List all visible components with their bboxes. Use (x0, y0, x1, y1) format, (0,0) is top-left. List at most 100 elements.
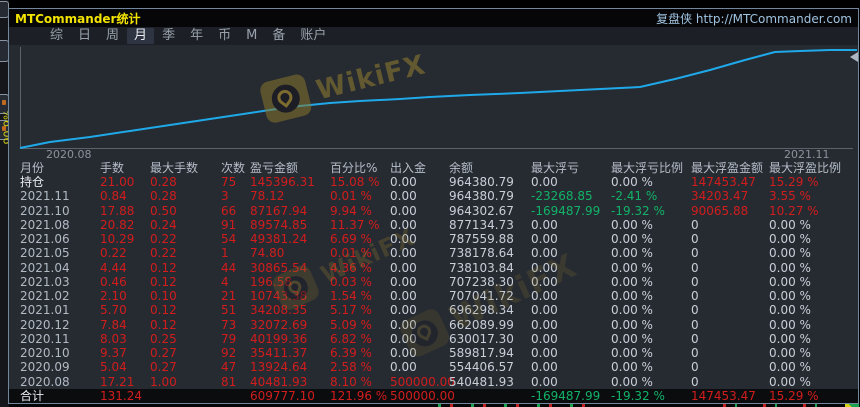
table-cell: 121.96 % (330, 388, 388, 403)
table-cell: 17.21 (100, 374, 135, 389)
table-cell: 0.12 (150, 260, 177, 275)
table-cell: 0.28 (150, 189, 177, 204)
table-cell: 0.00 (390, 189, 417, 204)
table-cell: 147453.47 (691, 175, 756, 189)
table-cell: 0.00 (390, 203, 417, 218)
table-cell: 0.00 (390, 303, 417, 318)
table-cell: 11.37 % (330, 217, 380, 232)
table-cell: 0 (691, 246, 699, 261)
table-cell: 2.10 (100, 289, 127, 303)
menu-item-季[interactable]: 季 (155, 28, 182, 44)
table-cell: 500000.00 (390, 374, 455, 389)
table-cell: 0.27 (150, 360, 177, 375)
equity-chart-svg (19, 47, 857, 149)
table-cell: 0.00 (531, 303, 558, 318)
menu-item-年[interactable]: 年 (183, 28, 210, 44)
equity-chart-area[interactable]: WikiFX 2020.08 2021.11 (9, 45, 858, 161)
table-cell: 8.10 % (330, 374, 372, 389)
table-cell: 0.00 (390, 274, 417, 289)
table-cell: 0.00 (531, 246, 558, 261)
menu-item-币[interactable]: 币 (211, 28, 238, 44)
x-axis-end-label: 2021.11 (784, 148, 830, 161)
table-cell: 0.00 (390, 217, 417, 232)
table-total-row[interactable]: 合计 131.24 609777.10 121.96 % 500000.00 -16948… (9, 388, 858, 403)
table-cell: 78.12 (250, 189, 285, 204)
table-cell: 0.00 (531, 175, 558, 189)
column-header[interactable]: 月份 (20, 161, 100, 175)
table-cell: 0.00 % (611, 274, 653, 289)
table-cell (150, 389, 221, 403)
menu-item-备[interactable]: 备 (265, 28, 292, 44)
table-row[interactable]: 2021.03 0.46 0.12 4 196.58 0.03 % 0.00 707238.3… (9, 275, 858, 289)
table-cell: 13924.64 (250, 360, 308, 375)
column-header[interactable]: 最大浮盈金额 (691, 161, 769, 175)
table-cell: 0.12 (150, 274, 177, 289)
table-cell: 5.09 % (330, 317, 372, 332)
table-cell: 10743.38 (250, 289, 308, 303)
table-cell: 0.03 % (330, 274, 372, 289)
table-row[interactable]: 2021.11 0.84 0.28 3 78.12 0.01 % 0.00 964380.79… (9, 189, 858, 203)
table-row[interactable]: 2021.02 2.10 0.10 21 10743.38 1.54 % 0.00 70704… (9, 289, 858, 303)
column-header[interactable]: 手数 (100, 161, 150, 175)
column-header[interactable]: 最大手数 (150, 161, 221, 175)
table-cell (221, 389, 250, 403)
column-header[interactable]: 出入金 (390, 161, 449, 175)
table-cell: 0.00 (390, 260, 417, 275)
table-row[interactable]: 2020.10 9.37 0.27 92 35411.37 6.39 % 0.00 58981… (9, 346, 858, 360)
table-cell: 2.58 % (330, 360, 372, 375)
menu-item-月[interactable]: 月 (127, 28, 155, 44)
table-cell: 87167.94 (250, 203, 308, 218)
table-cell: 0.22 (150, 246, 177, 261)
menu-item-账户[interactable]: 账户 (293, 28, 333, 44)
column-header[interactable]: 最大浮盈比例 (769, 161, 858, 175)
table-cell: 0.00 % (611, 317, 653, 332)
table-row[interactable]: 2020.09 5.04 0.27 47 13924.64 2.58 % 0.00 55440… (9, 360, 858, 374)
title-bar[interactable]: MTCommander统计 复盘侠 http://MTCommander.com (9, 9, 858, 27)
table-cell: 0.00 (531, 360, 558, 375)
table-row[interactable]: 2021.08 20.82 0.24 91 89574.85 11.37 % 0.00 877… (9, 218, 858, 232)
table-cell: 0.10 (150, 289, 177, 303)
scroll-marker-icon[interactable] (850, 52, 858, 62)
menu-item-综[interactable]: 综 (43, 28, 70, 44)
table-cell: 0 (691, 289, 699, 303)
table-cell: 630017.30 (449, 331, 514, 346)
table-cell: 147453.47 (691, 388, 756, 403)
column-header[interactable]: 次数 (221, 161, 250, 175)
menu-item-周[interactable]: 周 (99, 28, 126, 44)
table-cell: 0.12 (150, 303, 177, 318)
table-row[interactable]: 2021.06 10.29 0.22 54 49381.24 6.69 % 0.00 7875… (9, 232, 858, 246)
table-cell: 0.27 (150, 346, 177, 360)
table-row[interactable]: 2021.04 4.44 0.12 44 30865.54 4.36 % 0.00 73810… (9, 261, 858, 275)
menu-item-日[interactable]: 日 (71, 28, 98, 44)
table-cell: 5.04 (100, 360, 127, 375)
column-header[interactable]: 最大浮亏比例 (611, 161, 691, 175)
table-cell: 540481.93 (449, 374, 514, 389)
table-cell: 0.00 % (611, 303, 653, 318)
table-cell: 20.82 (100, 217, 135, 232)
table-cell: 6.69 % (330, 232, 372, 246)
table-cell: 787559.88 (449, 232, 514, 246)
column-header[interactable]: 余额 (449, 161, 531, 175)
table-row[interactable]: 2021.05 0.22 0.22 1 74.80 0.01 % 0.00 738178.64… (9, 246, 858, 260)
menu-item-M[interactable]: M (239, 28, 264, 44)
column-header[interactable]: 百分比% (330, 161, 390, 175)
table-row[interactable]: 2020.11 8.03 0.25 79 40199.36 6.82 % 0.00 63001… (9, 332, 858, 346)
table-row[interactable]: 2020.12 7.84 0.12 73 32072.69 5.09 % 0.00 66208… (9, 318, 858, 332)
table-row[interactable]: 2020.08 17.21 1.00 81 40481.93 8.10 % 500000.0… (9, 375, 858, 389)
table-cell: 0.00 (531, 217, 558, 232)
table-cell: 0.00 (531, 289, 558, 303)
table-cell: 145396.31 (250, 175, 315, 189)
table-row[interactable]: 2021.10 17.88 0.50 66 87167.94 9.94 % 0.00 9643… (9, 204, 858, 218)
table-cell: 662089.99 (449, 317, 514, 332)
table-cell: 10.29 (100, 232, 135, 246)
table-cell: 4.44 (100, 260, 127, 275)
table-cell: 0.00 (390, 289, 417, 303)
table-cell: 0.00 (531, 274, 558, 289)
table-row[interactable]: 持仓 21.00 0.28 75 145396.31 15.08 % 0.00 964380.… (9, 175, 858, 189)
table-cell: 0.00 (390, 246, 417, 261)
table-cell: 0 (691, 346, 699, 360)
table-row[interactable]: 2021.01 5.70 0.12 51 34208.35 5.17 % 0.00 69629… (9, 303, 858, 317)
column-header[interactable]: 最大浮亏 (531, 161, 611, 175)
table-cell: 0 (691, 303, 699, 318)
column-header[interactable]: 盈亏金额 (250, 161, 330, 175)
